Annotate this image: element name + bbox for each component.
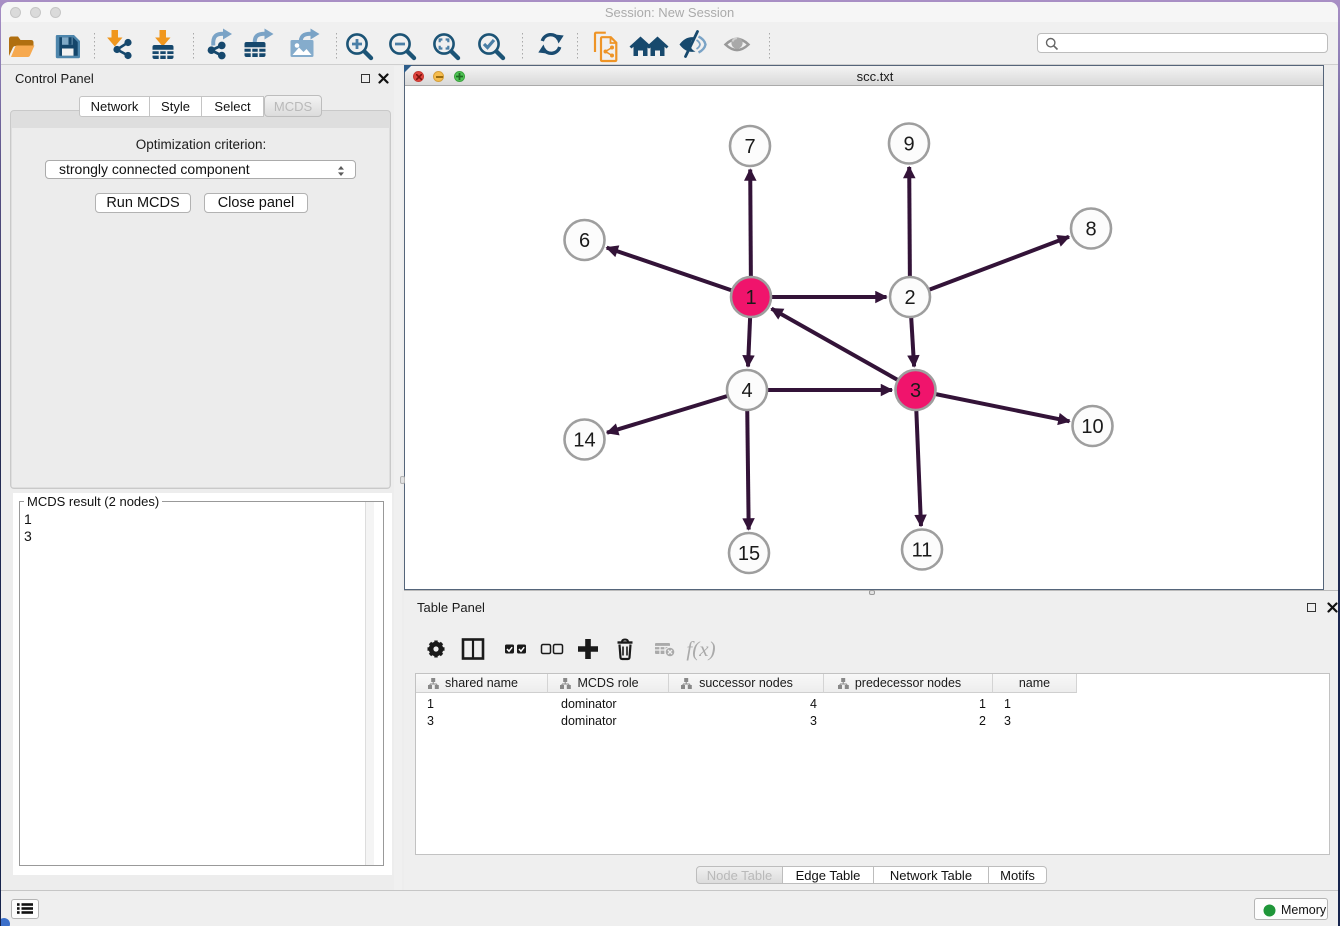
svg-text:10: 10: [1081, 416, 1103, 438]
svg-text:15: 15: [738, 543, 760, 565]
svg-text:8: 8: [1085, 219, 1096, 241]
svg-text:6: 6: [579, 230, 590, 252]
svg-text:9: 9: [903, 134, 914, 156]
svg-text:2: 2: [904, 287, 915, 309]
svg-text:1: 1: [745, 287, 756, 309]
svg-text:4: 4: [741, 380, 752, 402]
svg-text:3: 3: [910, 380, 921, 402]
svg-text:11: 11: [912, 540, 933, 562]
svg-text:14: 14: [573, 430, 595, 452]
svg-text:f(x): f(x): [686, 637, 715, 661]
svg-text:7: 7: [744, 136, 755, 158]
